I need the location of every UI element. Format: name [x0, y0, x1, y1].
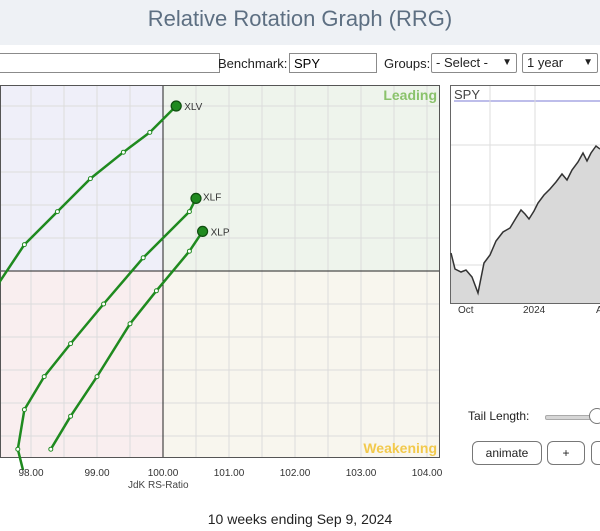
tail-length-slider-handle[interactable] [589, 408, 600, 424]
quadrant-label-weakening: Weakening [363, 440, 437, 456]
period-select[interactable]: 1 year ▼ [522, 53, 598, 73]
benchmark-tick-a: A [596, 305, 600, 316]
page-title: Relative Rotation Graph (RRG) [147, 6, 453, 31]
tail-point [101, 301, 107, 307]
groups-label: Groups: [384, 56, 431, 71]
x-tick-label: 98.00 [18, 468, 44, 479]
x-tick-label: 100.00 [147, 468, 179, 479]
benchmark-tick-oct: Oct [458, 305, 474, 316]
x-tick-label: 104.00 [411, 468, 443, 479]
chevron-down-icon: ▼ [502, 57, 512, 68]
next-button[interactable] [591, 441, 600, 465]
x-tick-label: 99.00 [84, 468, 110, 479]
benchmark-chart-label: SPY [454, 87, 481, 102]
tail-point [87, 176, 93, 182]
x-axis-ticks: 98.00 99.00 100.00 101.00 102.00 103.00 104.00 [0, 468, 443, 480]
date-range-label: 10 weeks ending Sep 9, 2024 [207, 511, 393, 527]
period-select-value: 1 year [527, 55, 564, 70]
benchmark-input[interactable] [289, 53, 377, 73]
x-axis-title: JdK RS-Ratio [128, 480, 189, 491]
benchmark-label: Benchmark: [218, 56, 288, 71]
tail-point [94, 374, 100, 380]
rrg-chart: XLV XLF XLP Leading Weakening 98.00 99.00 10… [0, 85, 443, 505]
x-tick-label: 103.00 [345, 468, 377, 479]
tail-point [120, 149, 126, 155]
tail-head-xlp[interactable] [197, 225, 209, 237]
tail-label-xlf: XLF [203, 192, 221, 203]
x-tick-label: 102.00 [279, 468, 311, 479]
tail-point [186, 209, 192, 215]
tail-point [68, 341, 74, 347]
tail-point [41, 374, 47, 380]
quadrant-leading [163, 85, 440, 271]
quadrant-label-leading: Leading [383, 87, 437, 103]
quadrant-lagging [0, 271, 163, 458]
toolbar: Benchmark: Groups: - Select - ▼ 1 year ▼ [0, 45, 600, 81]
chevron-down-icon: ▼ [583, 57, 593, 68]
tail-head-xlf[interactable] [190, 192, 202, 205]
tail-label-xlp: XLP [211, 227, 230, 238]
tail-point [54, 209, 60, 215]
benchmark-price-chart [450, 85, 600, 304]
tail-point [68, 413, 74, 419]
tail-point [186, 248, 192, 254]
quadrant-weakening [163, 271, 440, 458]
tail-point [147, 129, 153, 135]
benchmark-tick-2024: 2024 [523, 305, 546, 316]
tail-point [127, 321, 133, 327]
tail-point [21, 242, 27, 248]
tail-point [21, 407, 27, 413]
tail-point [153, 288, 159, 294]
rrg-plot: XLV XLF XLP [0, 85, 440, 470]
plus-button[interactable]: + [547, 441, 585, 465]
symbol-input[interactable] [0, 53, 220, 73]
tail-point [15, 446, 21, 452]
tail-label-xlv: XLV [184, 102, 202, 113]
app-header: Relative Rotation Graph (RRG) [0, 0, 600, 45]
tail-point [140, 255, 146, 261]
tail-length-label: Tail Length: [468, 409, 530, 423]
tail-point [48, 446, 54, 452]
groups-select-value: - Select - [436, 55, 489, 70]
tail-head-xlv[interactable] [170, 100, 182, 112]
x-tick-label: 101.00 [213, 468, 245, 479]
groups-select[interactable]: - Select - ▼ [431, 53, 517, 73]
animate-button[interactable]: animate [472, 441, 542, 465]
